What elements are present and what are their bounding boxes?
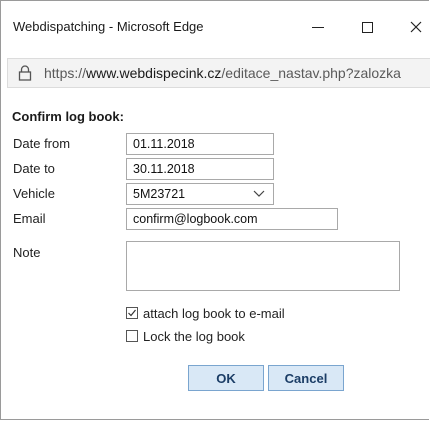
- checkmark-icon: [128, 309, 136, 317]
- date-from-input[interactable]: 01.11.2018: [126, 133, 274, 155]
- attach-checkbox-row[interactable]: attach log book to e-mail: [126, 305, 285, 321]
- lock-icon: [18, 65, 32, 81]
- chevron-down-icon: [253, 190, 265, 197]
- lock-checkbox-row[interactable]: Lock the log book: [126, 328, 245, 344]
- note-textarea[interactable]: [126, 241, 400, 291]
- url-text: https://www.webdispecink.cz/editace_nast…: [44, 65, 401, 81]
- date-from-label: Date from: [13, 136, 71, 151]
- window-title: Webdispatching - Microsoft Edge: [13, 19, 204, 34]
- date-to-label: Date to: [13, 161, 55, 176]
- lock-checkbox[interactable]: [126, 330, 138, 342]
- form-heading: Confirm log book:: [12, 109, 124, 124]
- title-bar: Webdispatching - Microsoft Edge: [1, 1, 430, 55]
- url-scheme: https://: [44, 65, 87, 81]
- dialog-content: Confirm log book: Date from 01.11.2018 D…: [2, 103, 430, 421]
- vehicle-select[interactable]: 5M23721: [126, 183, 274, 205]
- close-button[interactable]: [396, 7, 430, 47]
- ok-button[interactable]: OK: [188, 365, 264, 391]
- email-input[interactable]: confirm@logbook.com: [126, 208, 338, 230]
- attach-checkbox-label: attach log book to e-mail: [143, 305, 285, 321]
- date-to-input[interactable]: 30.11.2018: [126, 158, 274, 180]
- browser-window: Webdispatching - Microsoft Edge https://…: [0, 0, 430, 421]
- close-icon: [410, 21, 422, 33]
- minimize-icon: [312, 26, 324, 28]
- minimize-button[interactable]: [298, 7, 338, 47]
- vehicle-select-value: 5M23721: [133, 187, 186, 201]
- maximize-icon: [361, 21, 373, 33]
- attach-checkbox[interactable]: [126, 307, 138, 319]
- vehicle-label: Vehicle: [13, 186, 55, 201]
- address-bar[interactable]: https://www.webdispecink.cz/editace_nast…: [7, 58, 430, 88]
- email-label: Email: [13, 211, 46, 226]
- note-label: Note: [13, 245, 41, 260]
- cancel-button[interactable]: Cancel: [268, 365, 344, 391]
- maximize-button[interactable]: [347, 7, 387, 47]
- url-path: /editace_nastav.php?zalozka: [221, 65, 401, 81]
- lock-checkbox-label: Lock the log book: [143, 328, 245, 344]
- url-host: www.webdispecink.cz: [86, 65, 222, 81]
